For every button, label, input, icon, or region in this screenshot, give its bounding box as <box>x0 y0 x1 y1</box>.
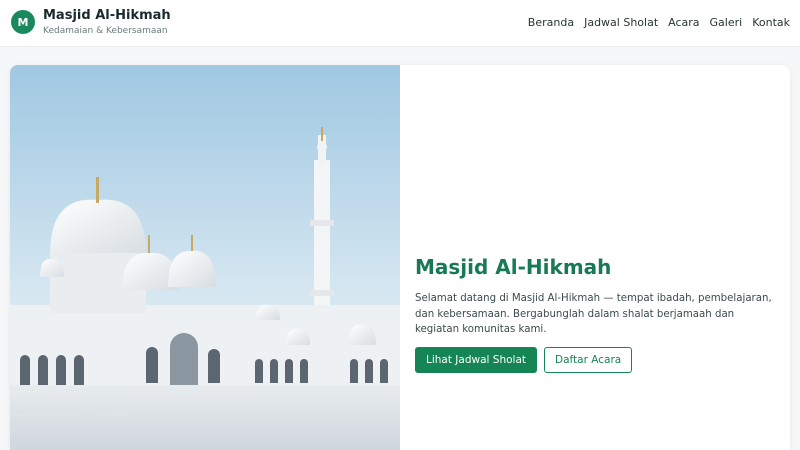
site-header: M Masjid Al-Hikmah Kedamaian & Kebersama… <box>0 0 800 47</box>
hero-content: Masjid Al-Hikmah Selamat datang di Masji… <box>415 255 775 373</box>
mosque-image <box>10 65 400 450</box>
nav-link-beranda[interactable]: Beranda <box>528 16 574 29</box>
site-tagline: Kedamaian & Kebersamaan <box>43 26 168 36</box>
hero-card: Masjid Al-Hikmah Selamat datang di Masji… <box>10 65 790 450</box>
hero-description: Selamat datang di Masjid Al-Hikmah — tem… <box>415 293 772 335</box>
site-title[interactable]: Masjid Al-Hikmah <box>43 8 171 23</box>
nav-link-acara[interactable]: Acara <box>668 16 699 29</box>
main-nav: Beranda Jadwal Sholat Acara Galeri Konta… <box>528 16 790 29</box>
view-prayer-schedule-button[interactable]: Lihat Jadwal Sholat <box>415 346 537 373</box>
hero-actions: Lihat Jadwal Sholat Daftar Acara <box>415 346 775 373</box>
nav-link-jadwal-sholat[interactable]: Jadwal Sholat <box>584 16 658 29</box>
nav-link-kontak[interactable]: Kontak <box>752 16 790 29</box>
hero-title: Masjid Al-Hikmah <box>415 255 612 279</box>
nav-link-galeri[interactable]: Galeri <box>710 16 743 29</box>
logo-icon[interactable]: M <box>11 10 35 34</box>
event-list-button[interactable]: Daftar Acara <box>544 346 633 373</box>
